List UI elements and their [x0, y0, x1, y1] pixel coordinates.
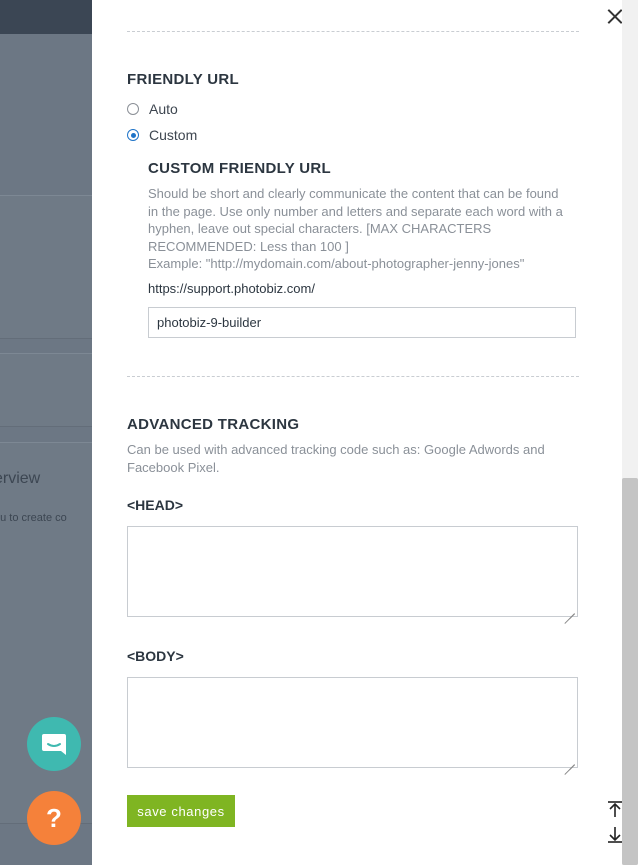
- radio-auto-indicator[interactable]: [127, 103, 139, 115]
- body-label: <BODY>: [127, 648, 184, 664]
- background-top-bar: [0, 0, 92, 34]
- help-line: hyphen, leave out special characters. [M…: [148, 221, 492, 236]
- radio-auto[interactable]: Auto: [127, 101, 178, 117]
- friendly-url-title: FRIENDLY URL: [127, 71, 239, 88]
- help-icon: ?: [46, 802, 62, 833]
- help-button[interactable]: ?: [27, 791, 81, 845]
- advanced-tracking-description: Can be used with advanced tracking code …: [127, 441, 567, 476]
- head-label: <HEAD>: [127, 497, 184, 513]
- url-prefix: https://support.photobiz.com/: [148, 281, 315, 296]
- radio-custom-label: Custom: [149, 127, 198, 143]
- radio-custom[interactable]: Custom: [127, 127, 197, 143]
- resize-handle-icon[interactable]: [564, 603, 576, 615]
- help-line: in the page. Use only number and letters…: [148, 203, 563, 219]
- head-code-textarea[interactable]: [127, 526, 578, 617]
- settings-modal: FRIENDLY URL Auto Custom CUSTOM FRIENDLY…: [92, 0, 638, 865]
- background-panel: [0, 353, 92, 427]
- custom-url-input[interactable]: [148, 307, 576, 338]
- radio-auto-label: Auto: [149, 101, 178, 117]
- resize-handle-icon[interactable]: [564, 754, 576, 766]
- background-heading: erview: [0, 470, 41, 487]
- help-line: Should be short and clearly communicate …: [148, 186, 559, 201]
- description-line: Facebook Pixel.: [127, 459, 220, 475]
- chat-button[interactable]: [27, 717, 81, 771]
- body-code-textarea[interactable]: [127, 677, 578, 768]
- divider: [127, 31, 579, 32]
- save-changes-button[interactable]: save changes: [127, 795, 235, 827]
- description-line: Can be used with advanced tracking code …: [127, 442, 545, 457]
- divider: [127, 376, 579, 377]
- help-line: RECOMMENDED: Less than 100 ]: [148, 238, 349, 254]
- help-line: Example: "http://mydomain.com/about-phot…: [148, 256, 525, 271]
- background-panel: [0, 195, 92, 339]
- radio-custom-indicator[interactable]: [127, 129, 139, 141]
- background-subtext: ou to create co: [0, 512, 67, 524]
- chat-icon: [42, 734, 66, 755]
- advanced-tracking-title: ADVANCED TRACKING: [127, 416, 300, 433]
- scroll-to-top-icon[interactable]: [606, 800, 624, 818]
- custom-url-help-text: Should be short and clearly communicate …: [148, 185, 588, 273]
- scrollbar-thumb[interactable]: [622, 478, 638, 865]
- scroll-to-bottom-icon[interactable]: [606, 826, 624, 844]
- custom-friendly-url-title: CUSTOM FRIENDLY URL: [148, 160, 331, 177]
